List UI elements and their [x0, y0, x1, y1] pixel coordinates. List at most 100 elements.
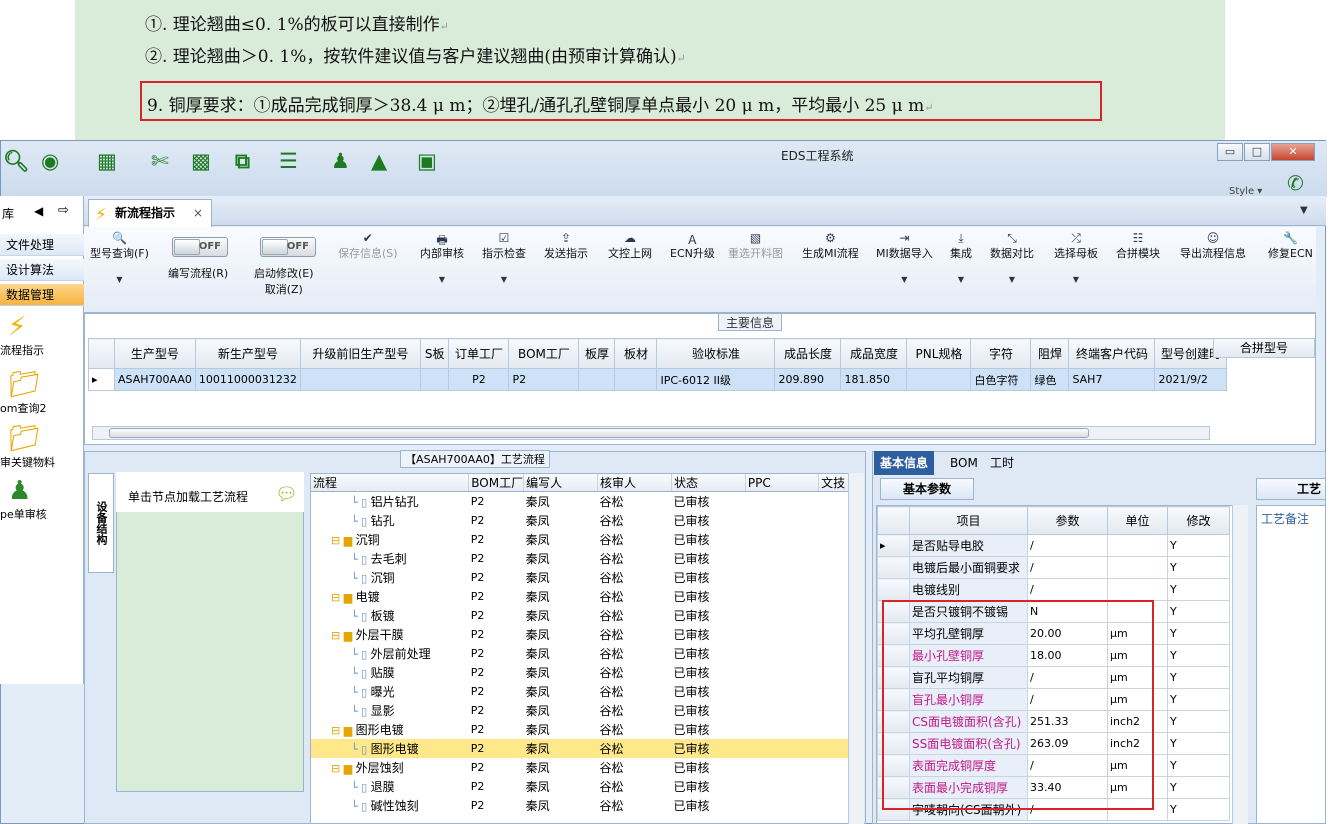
column-header[interactable]: 升级前旧生产型号: [299, 338, 421, 369]
film-icon[interactable]: ▩: [191, 149, 211, 173]
list-item[interactable]: └ ▯ 板镀 P2 秦凤 谷松 已审核: [311, 606, 849, 625]
table-cell[interactable]: [299, 368, 421, 391]
column-header[interactable]: 生产型号: [114, 338, 196, 369]
send-instruction-button[interactable]: ⇪ 发送指示: [544, 231, 588, 261]
export-flow-info-button[interactable]: ☺ 导出流程信息: [1180, 231, 1246, 261]
tab-basic-params[interactable]: 基本参数: [880, 478, 974, 500]
column-header[interactable]: BOM工厂: [508, 338, 580, 369]
tab-bom[interactable]: BOM: [944, 451, 984, 475]
column-header[interactable]: 单位: [1107, 506, 1168, 535]
select-motherboard-button[interactable]: ⤮ 选择母板 ▼: [1054, 231, 1098, 284]
maximize-button[interactable]: □: [1244, 143, 1270, 161]
table-row[interactable]: ▸ ASAH700AA0 10011000031232 P2 P2 IPC-60…: [88, 368, 1228, 391]
list-item[interactable]: ⊟ ▆ 电镀 P2 秦凤 谷松 已审核: [311, 587, 849, 606]
column-header[interactable]: 新生产型号: [194, 338, 301, 369]
scrollbar-thumb[interactable]: [109, 428, 1089, 438]
chat-bubble-icon[interactable]: 💬︎: [275, 484, 298, 505]
table-cell[interactable]: 2021/9/2: [1154, 368, 1228, 391]
column-header[interactable]: PNL规格: [906, 338, 972, 369]
table-cell[interactable]: [578, 368, 616, 391]
nav-type-review[interactable]: ♟ pe单审核: [0, 476, 84, 522]
merge-model-header[interactable]: 合拼型号: [1213, 338, 1315, 358]
close-button[interactable]: ✕: [1271, 143, 1315, 161]
table-cell[interactable]: [419, 368, 450, 391]
column-header[interactable]: 参数: [1027, 506, 1108, 535]
table-cell[interactable]: 209.890: [774, 368, 842, 391]
doc-control-online-button[interactable]: ☁ 文控上网: [608, 231, 652, 261]
minimize-button[interactable]: ▭: [1217, 143, 1243, 161]
list-item[interactable]: ⊟ ▆ 外层干膜 P2 秦凤 谷松 已审核: [311, 625, 849, 644]
equipment-structure-tab[interactable]: 设备结构: [88, 473, 114, 573]
column-header[interactable]: 编写人: [523, 474, 599, 492]
table-cell[interactable]: SAH7: [1068, 368, 1156, 391]
list-item[interactable]: └ ▯ 显影 P2 秦凤 谷松 已审核: [311, 701, 849, 720]
column-header[interactable]: 板材: [614, 338, 658, 369]
column-header[interactable]: 修改: [1167, 506, 1230, 535]
list-item[interactable]: └ ▯ 沉铜 P2 秦凤 谷松 已审核: [311, 568, 849, 587]
search-icon[interactable]: 🔍︎: [3, 149, 30, 174]
list-item[interactable]: ⊟ ▆ 图形电镀 P2 秦凤 谷松 已审核: [311, 720, 849, 739]
tab-basic-info[interactable]: 基本信息: [874, 451, 935, 475]
column-header[interactable]: S板: [419, 338, 450, 369]
nav-design-algorithm[interactable]: 设计算法: [0, 259, 84, 281]
column-header[interactable]: 成品宽度: [840, 338, 908, 369]
column-header[interactable]: 核审人: [597, 474, 672, 492]
table-cell[interactable]: [906, 368, 972, 391]
column-header[interactable]: 板厚: [578, 338, 616, 369]
vertical-scrollbar[interactable]: [848, 473, 864, 824]
internal-review-button[interactable]: 🖶 内部审核 ▼: [420, 231, 464, 284]
list-item[interactable]: └ ▯ 贴膜 P2 秦凤 谷松 已审核: [311, 663, 849, 682]
nav-key-material[interactable]: 📁︎ 审关键物料: [0, 424, 84, 470]
chevron-down-icon[interactable]: ▼: [1300, 205, 1308, 216]
chart-icon[interactable]: ▲: [371, 149, 387, 173]
table-cell[interactable]: [614, 368, 658, 391]
list-item[interactable]: └ ▯ 去毛刺 P2 秦凤 谷松 已审核: [311, 549, 849, 568]
table-cell[interactable]: 181.850: [840, 368, 908, 391]
table-row[interactable]: 电镀后最小面铜要求 / Y: [877, 556, 1230, 579]
tab-close-icon[interactable]: ×: [193, 200, 203, 226]
nav-flow-instruction[interactable]: ⚡ 流程指示: [0, 312, 84, 358]
instruction-check-button[interactable]: ☑ 指示检查 ▼: [482, 231, 526, 284]
nav-data-management[interactable]: 数据管理: [0, 284, 84, 306]
list-item[interactable]: └ ▯ 曝光 P2 秦凤 谷松 已审核: [311, 682, 849, 701]
column-header[interactable]: 文技: [818, 474, 849, 492]
column-header[interactable]: BOM工厂: [468, 474, 525, 492]
copy-icon[interactable]: ⧉: [235, 149, 250, 174]
column-header[interactable]: 字符: [970, 338, 1032, 369]
user-icon[interactable]: ♟: [331, 149, 350, 173]
column-header[interactable]: 订单工厂: [448, 338, 510, 369]
table-row[interactable]: ▸ 是否贴导电胶 / Y: [877, 534, 1230, 557]
list-item[interactable]: └ ▯ 铝片钻孔 P2 秦凤 谷松 已审核: [311, 492, 849, 511]
column-header[interactable]: PPC: [745, 474, 820, 492]
nav-left-arrow-icon[interactable]: ◀: [34, 204, 43, 218]
write-flow-toggle[interactable]: OFF: [172, 237, 228, 257]
param-value[interactable]: /: [1027, 556, 1108, 579]
integrate-button[interactable]: ⤓ 集成 ▼: [950, 231, 972, 284]
merge-module-button[interactable]: ☷ 合拼模块: [1116, 231, 1160, 261]
table-row[interactable]: 电镀线别 / Y: [877, 578, 1230, 601]
nav-file-processing[interactable]: 文件处理: [0, 234, 84, 256]
data-compare-button[interactable]: ⤡ 数据对比 ▼: [990, 231, 1034, 284]
column-header[interactable]: 终端客户代码: [1068, 338, 1156, 369]
phone-icon[interactable]: ✆: [1287, 171, 1304, 195]
scissors-icon[interactable]: ✄: [151, 149, 169, 173]
tab-work-hours[interactable]: 工时: [984, 451, 1020, 475]
repair-ecn-button[interactable]: 🔧 修复ECN: [1268, 231, 1313, 261]
param-value[interactable]: /: [1027, 534, 1108, 557]
list-item[interactable]: └ ▯ 外层前处理 P2 秦凤 谷松 已审核: [311, 644, 849, 663]
list-item[interactable]: ⊟ ▆ 外层蚀刻 P2 秦凤 谷松 已审核: [311, 758, 849, 777]
column-header[interactable]: 成品长度: [774, 338, 842, 369]
ecn-upgrade-button[interactable]: Ａ ECN升级: [670, 231, 715, 261]
reselect-cutting-button[interactable]: ▧ 重选开料图: [728, 231, 783, 261]
mi-data-import-button[interactable]: ⇥ MI数据导入 ▼: [876, 231, 933, 284]
column-header[interactable]: 项目: [909, 506, 1028, 535]
table-cell[interactable]: 绿色: [1030, 368, 1070, 391]
grid-icon[interactable]: ▦: [97, 149, 117, 173]
globe-icon[interactable]: ◉: [41, 149, 59, 173]
tab-new-flow[interactable]: ⚡ 新流程指示 ×: [88, 199, 212, 227]
start-modify-toggle[interactable]: OFF: [260, 237, 316, 257]
model-query-button[interactable]: 🔍 型号查询(F) ▼: [90, 231, 149, 284]
list-icon[interactable]: ☰: [279, 149, 298, 173]
horizontal-scrollbar[interactable]: [92, 426, 1210, 440]
table-cell[interactable]: P2: [448, 368, 510, 391]
